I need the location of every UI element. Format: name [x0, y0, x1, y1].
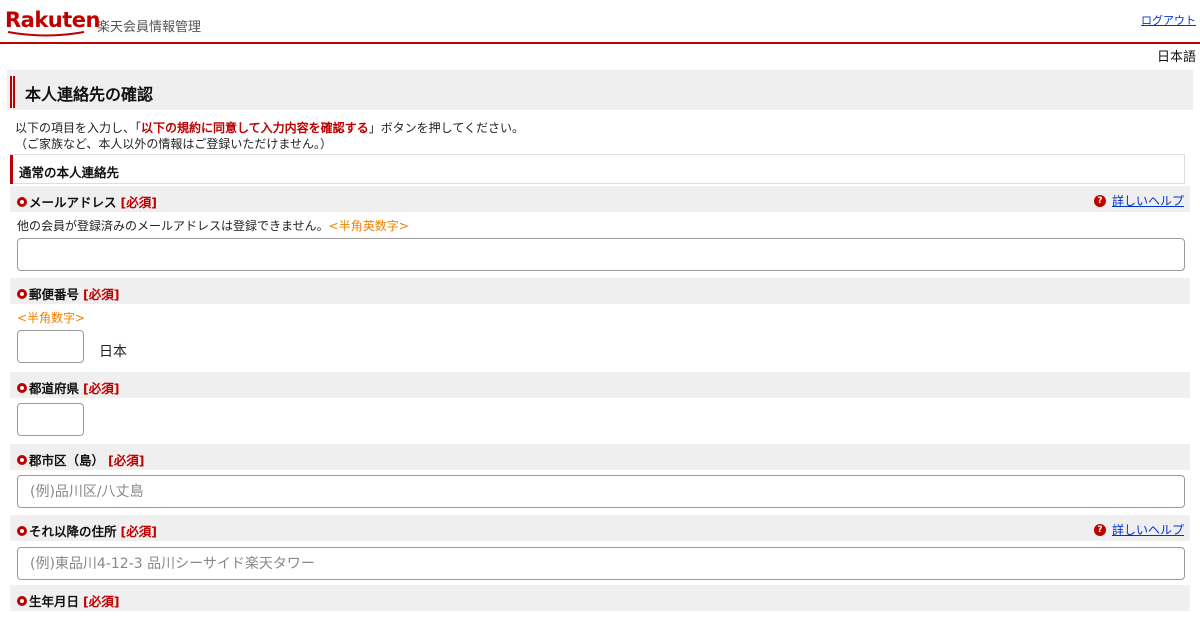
help-icon: ? [1093, 194, 1106, 207]
help-icon: ? [1093, 523, 1106, 536]
site-header: Rakuten 楽天会員情報管理 ログアウト [0, 0, 1200, 44]
email-input[interactable] [17, 238, 1185, 271]
birthdate-field-header: 生年月日 [必須] [10, 585, 1190, 611]
page-title: 本人連絡先の確認 [25, 85, 154, 104]
section-header: 通常の本人連絡先 [10, 154, 1185, 184]
postal-field-body: <半角数字> 日本 [17, 304, 1185, 372]
birthdate-label-text: 生年月日 [29, 594, 80, 609]
required-badge: [必須] [83, 381, 120, 396]
address-input[interactable] [17, 547, 1185, 580]
language-selector[interactable]: 日本語 [0, 44, 1200, 68]
email-field-body: 他の会員が登録済みのメールアドレスは登録できません。<半角英数字> [17, 212, 1185, 278]
required-badge: [必須] [120, 195, 157, 210]
postal-input[interactable] [17, 330, 84, 363]
logout-link[interactable]: ログアウト [1141, 12, 1196, 28]
bullet-icon [17, 525, 27, 536]
address-label-text: それ以降の住所 [29, 524, 117, 539]
intro-line2: （ご家族など、本人以外の情報はご登録いただけません。） [15, 137, 333, 151]
page-title-bar: 本人連絡先の確認 [7, 70, 1193, 110]
intro-post: 」ボタンを押してください。 [368, 121, 524, 135]
email-label-text: メールアドレス [29, 195, 117, 210]
email-note: 他の会員が登録済みのメールアドレスは登録できません。<半角英数字> [17, 217, 409, 234]
site-name: 楽天会員情報管理 [97, 20, 202, 35]
city-input[interactable] [17, 475, 1185, 508]
intro-text: 以下の項目を入力し、「以下の規約に同意して入力内容を確認する」ボタンを押してくだ… [15, 110, 1185, 152]
required-badge: [必須] [83, 287, 120, 302]
email-help[interactable]: ? 詳しいヘルプ [1093, 192, 1184, 209]
address-field-body [17, 541, 1185, 585]
required-badge: [必須] [108, 453, 145, 468]
postal-field-header: 郵便番号 [必須] [10, 278, 1190, 304]
email-label: メールアドレス [必須] [17, 192, 157, 211]
postal-country: 日本 [99, 344, 127, 360]
email-help-link[interactable]: 詳しいヘルプ [1112, 192, 1184, 209]
city-label: 郡市区（島） [必須] [17, 450, 144, 469]
address-field-header: それ以降の住所 [必須] ? 詳しいヘルプ [10, 515, 1190, 541]
rakuten-logo[interactable]: Rakuten [5, 8, 101, 32]
email-note-text: 他の会員が登録済みのメールアドレスは登録できません。 [17, 219, 329, 233]
birthdate-label: 生年月日 [必須] [17, 591, 119, 610]
postal-label-text: 郵便番号 [29, 287, 80, 302]
city-field-body [17, 470, 1185, 515]
address-label: それ以降の住所 [必須] [17, 521, 157, 540]
bullet-icon [17, 288, 27, 299]
postal-label: 郵便番号 [必須] [17, 284, 119, 303]
prefecture-field-body [17, 398, 1185, 444]
postal-hint: <半角数字> [17, 311, 86, 325]
intro-pre: 以下の項目を入力し、「 [15, 121, 142, 135]
bullet-icon [17, 382, 27, 393]
email-field-header: メールアドレス [必須] ? 詳しいヘルプ [10, 186, 1190, 212]
bullet-icon [17, 454, 27, 465]
logo-swoosh-icon [7, 31, 85, 37]
section-accent-bar [10, 155, 13, 184]
city-label-text: 郡市区（島） [29, 453, 105, 468]
city-field-header: 郡市区（島） [必須] [10, 444, 1190, 470]
required-badge: [必須] [83, 594, 120, 609]
prefecture-field-header: 都道府県 [必須] [10, 372, 1190, 398]
prefecture-label-text: 都道府県 [29, 381, 80, 396]
title-accent-bar [10, 76, 15, 108]
email-hint: <半角英数字> [328, 219, 409, 233]
prefecture-input[interactable] [17, 403, 84, 436]
prefecture-label: 都道府県 [必須] [17, 378, 119, 397]
bullet-icon [17, 196, 27, 207]
address-help[interactable]: ? 詳しいヘルプ [1093, 521, 1184, 538]
address-help-link[interactable]: 詳しいヘルプ [1112, 521, 1184, 538]
bullet-icon [17, 595, 27, 606]
intro-emphasis: 以下の規約に同意して入力内容を確認する [141, 121, 369, 135]
required-badge: [必須] [120, 524, 157, 539]
section-title: 通常の本人連絡先 [19, 165, 120, 180]
